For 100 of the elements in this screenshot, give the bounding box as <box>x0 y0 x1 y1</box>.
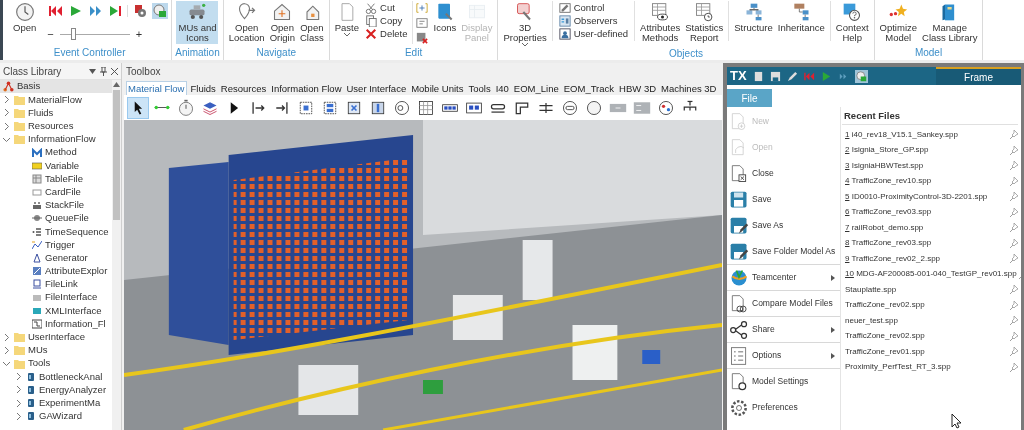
recent-file-link[interactable]: 2 Isignia_Store_GP.spp <box>845 144 929 157</box>
close-icon[interactable] <box>111 67 118 75</box>
toolbox-tab[interactable]: Information Flow <box>270 82 343 95</box>
ribbon-button[interactable]: Inheritance <box>775 1 827 34</box>
recent-file-link[interactable]: TrafficZone_rev02.spp <box>845 299 925 312</box>
expand-icon[interactable] <box>15 399 22 407</box>
tree-item[interactable]: FileLink <box>0 277 112 291</box>
toolbox-tab[interactable]: EOM_Track <box>562 82 616 95</box>
tree-item[interactable]: TimeSequence <box>0 225 112 239</box>
recent-file-link[interactable]: 6 TrafficZone_rev03.spp <box>845 206 932 219</box>
tree-item[interactable]: Information_Fl <box>0 317 112 331</box>
recent-file-link[interactable]: 1 i40_rev18_V15.1_Sankey.spp <box>845 128 958 141</box>
tree-item[interactable]: FileInterface <box>0 291 112 305</box>
menu-item[interactable]: Compare Model Files <box>727 291 840 317</box>
ribbon-button[interactable]: Open Location <box>226 1 267 44</box>
recent-file-link[interactable]: 9 TrafficZone_rev02_2.spp <box>845 252 941 265</box>
slider-thumb[interactable] <box>71 28 77 41</box>
tree-item[interactable]: TableFile <box>0 172 112 186</box>
recent-file-link[interactable]: TrafficZone_rev02.spp <box>845 330 925 343</box>
text-field-icon[interactable] <box>415 17 428 29</box>
ribbon-button[interactable]: 3D Properties <box>501 1 549 48</box>
recent-file-link[interactable]: neuer_test.spp <box>845 314 898 327</box>
tree-item[interactable]: Basis <box>0 80 112 94</box>
menu-item[interactable]: Close <box>727 161 840 187</box>
tree-item[interactable]: MaterialFlow <box>0 93 112 107</box>
tree-item[interactable]: BottleneckAnal <box>0 370 112 384</box>
menu-item[interactable]: Share <box>727 317 840 343</box>
ribbon-button[interactable]: Context Help <box>833 1 871 44</box>
expand-icon[interactable] <box>15 412 22 420</box>
slider-track[interactable] <box>59 28 130 41</box>
brackets-icon[interactable] <box>415 2 428 14</box>
menu-item[interactable]: Save As <box>727 213 840 239</box>
menu-item[interactable]: Preferences <box>727 395 840 421</box>
ribbon-button[interactable]: MUs and Icons <box>176 1 219 44</box>
menu-item[interactable]: Save <box>727 187 840 213</box>
toolbar-button[interactable] <box>87 3 104 19</box>
tree-item[interactable]: Tools <box>0 356 112 371</box>
tree-item[interactable]: Method <box>0 145 112 160</box>
toolbox-tab[interactable]: I40 <box>494 82 510 95</box>
recent-file-link[interactable]: 10 MDG-AF200085-001-040_TestGP_rev01.spp <box>845 268 1017 281</box>
recent-file-link[interactable]: Stauplatte.spp <box>845 283 897 296</box>
menu-command[interactable]: Control <box>558 2 629 14</box>
tree-item[interactable]: CardFile <box>0 185 112 199</box>
ribbon-button[interactable]: Open Class <box>298 1 326 44</box>
menu-item[interactable]: Teamcenter <box>727 265 840 291</box>
scrollbar-thumb[interactable] <box>113 90 120 220</box>
toolbar-button[interactable] <box>107 3 124 19</box>
tree-item[interactable]: XMLInterface <box>0 304 112 318</box>
expand-icon[interactable] <box>3 96 10 104</box>
tree-item[interactable]: Resources <box>0 119 112 133</box>
collapse-icon[interactable] <box>3 135 10 143</box>
dropdown-icon[interactable] <box>89 68 96 74</box>
recent-file-link[interactable]: 3 IsigniaHBWTest.spp <box>845 159 924 172</box>
menu-command[interactable]: Cut <box>365 2 408 14</box>
ribbon-button[interactable]: Icons <box>431 1 459 34</box>
page-icon[interactable] <box>752 70 764 82</box>
tree-item[interactable]: UserInterface <box>0 330 112 344</box>
toolbar-button[interactable] <box>47 3 64 19</box>
tree-item[interactable]: EnergyAnalyzer <box>0 383 112 397</box>
tree-item[interactable]: ExperimentMa <box>0 396 112 410</box>
scroll-up-icon[interactable] <box>113 82 120 87</box>
toolbox-tab[interactable]: Material Flow <box>126 81 187 95</box>
recent-file-link[interactable]: 8 TrafficZone_rev03.spp <box>845 237 932 250</box>
grid-delete-icon[interactable] <box>415 32 428 44</box>
toolbox-tab[interactable]: Tools <box>467 82 492 95</box>
expand-icon[interactable] <box>15 373 22 381</box>
ribbon-button[interactable]: Paste <box>332 1 362 38</box>
toolbox-tab[interactable]: User Interface <box>345 82 408 95</box>
expand-icon[interactable] <box>3 346 10 354</box>
recent-file-link[interactable]: TrafficZone_rev01.spp <box>845 345 925 358</box>
tree-item[interactable]: AttributeExplor <box>0 264 112 278</box>
expand-icon[interactable] <box>15 386 22 394</box>
recent-file-link[interactable]: 4 TrafficZone_rev10.spp <box>845 175 932 188</box>
tree-item[interactable]: Trigger <box>0 238 112 252</box>
toolbox-tab[interactable]: Fluids <box>189 82 217 95</box>
expand-icon[interactable] <box>3 122 10 130</box>
scrollbar[interactable] <box>112 80 121 430</box>
toolbox-tab[interactable]: EOM_Line <box>512 82 560 95</box>
ribbon-button[interactable]: Manage Class Library <box>920 1 980 44</box>
tree-item[interactable]: InformationFlow <box>0 132 112 146</box>
toolbox-tab[interactable]: Machines 3D <box>660 82 718 95</box>
menu-command[interactable]: Delete <box>365 28 408 40</box>
tree-item[interactable]: MUs <box>0 343 112 357</box>
recent-file-link[interactable]: 5 ID0010-ProximityControl-3D-2201.spp <box>845 190 988 203</box>
menu-command[interactable]: Observers <box>558 15 629 27</box>
ribbon-button[interactable]: Optimize Model <box>877 1 920 44</box>
toolbox-tab[interactable]: HBW 3D <box>618 82 658 95</box>
toolbox-tab[interactable]: Mobile Units <box>410 82 465 95</box>
menu-command[interactable]: User-defined <box>558 28 629 40</box>
expand-icon[interactable] <box>3 109 10 117</box>
recent-file-link[interactable]: 7 railRobot_demo.spp <box>845 221 924 234</box>
menu-item[interactable]: Save Folder Model As <box>727 239 840 265</box>
menu-item[interactable]: Model Settings <box>727 369 840 395</box>
recent-file-link[interactable]: Proximity_PerfTest_RT_3.spp <box>845 361 951 374</box>
tree-item[interactable]: Fluids <box>0 106 112 120</box>
toolbox-tab[interactable]: Resources <box>219 82 268 95</box>
menu-command[interactable]: Copy <box>365 15 408 27</box>
tree-item[interactable]: GAWizard <box>0 409 112 423</box>
ribbon-button[interactable]: Structure <box>732 1 775 34</box>
ribbon-button[interactable]: Open <box>11 1 39 34</box>
